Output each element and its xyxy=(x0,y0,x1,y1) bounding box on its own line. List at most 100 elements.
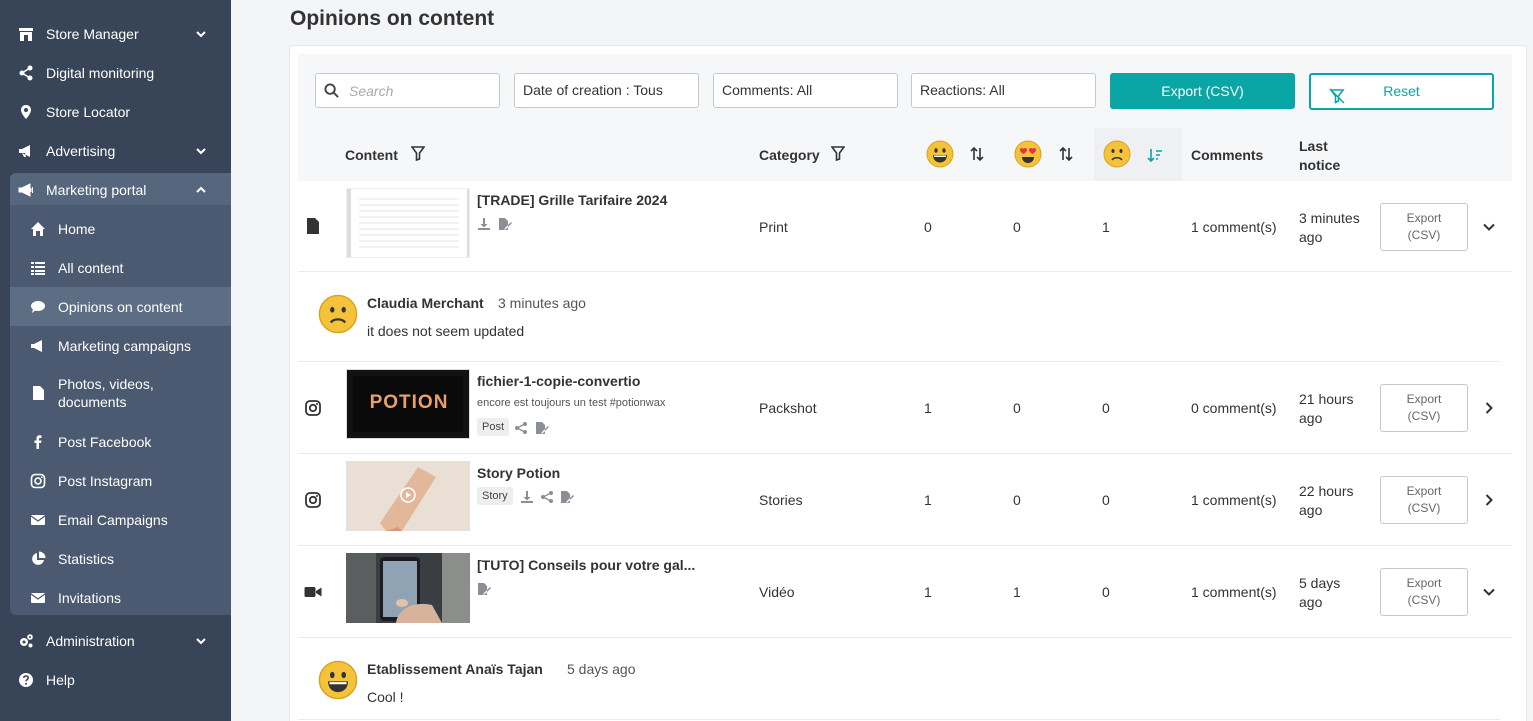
sidebar-item-photos-videos-documents[interactable]: Photos, videos, documents xyxy=(0,369,231,417)
export-line2: (CSV) xyxy=(1407,409,1441,423)
sidebar-item-store-manager[interactable]: Store Manager xyxy=(0,14,231,53)
last-notice-line2: ago xyxy=(1299,502,1323,518)
last-notice-line2: ago xyxy=(1299,229,1323,245)
gears-icon xyxy=(18,633,34,649)
reaction-count-grin: 1 xyxy=(924,400,932,416)
download-icon[interactable] xyxy=(520,490,534,504)
sidebar-item-store-locator[interactable]: Store Locator xyxy=(0,92,231,131)
reaction-count-heart-eyes: 0 xyxy=(1013,219,1021,235)
sidebar-item-label: Photos, videos, documents xyxy=(58,376,154,410)
megaphone-icon xyxy=(18,143,34,159)
comment-time: 5 days ago xyxy=(567,661,636,677)
page-title: Opinions on content xyxy=(290,7,495,30)
facebook-icon xyxy=(30,434,46,450)
reaction-count-grin: 0 xyxy=(924,219,932,235)
sidebar-item-opinions-on-content[interactable]: Opinions on content xyxy=(10,287,231,326)
sidebar-item-help[interactable]: Help xyxy=(0,660,231,699)
sidebar-item-label: All content xyxy=(58,259,124,276)
download-icon[interactable] xyxy=(477,217,491,231)
file-icon xyxy=(304,217,322,235)
search-field[interactable] xyxy=(315,73,500,108)
chevron-right-icon[interactable] xyxy=(1482,493,1496,507)
content-thumbnail[interactable] xyxy=(346,188,470,258)
sidebar-item-invitations[interactable]: Invitations xyxy=(0,578,231,617)
reaction-count-frown: 1 xyxy=(1102,219,1110,235)
chevron-down-icon xyxy=(195,634,207,646)
sidebar-item-digital-monitoring[interactable]: Digital monitoring xyxy=(0,53,231,92)
map-pin-icon xyxy=(18,104,34,120)
sidebar-item-all-content[interactable]: All content xyxy=(0,248,231,287)
pie-chart-icon xyxy=(30,551,46,567)
sidebar: Store Manager Digital monitoring Store L… xyxy=(0,0,231,721)
search-input[interactable] xyxy=(349,82,489,99)
reset-label: Reset xyxy=(1383,83,1420,99)
reaction-count-frown: 0 xyxy=(1102,584,1110,600)
table-row[interactable]: [TRADE] Grille Tarifaire 2024 Print 0 0 … xyxy=(298,181,1512,272)
header-content: Content xyxy=(345,147,398,163)
sidebar-item-administration[interactable]: Administration xyxy=(0,621,231,660)
export-line2: (CSV) xyxy=(1407,228,1441,242)
envelope-icon xyxy=(30,512,46,528)
row-export-csv-button[interactable]: Export (CSV) xyxy=(1380,568,1468,616)
megaphone-icon xyxy=(18,182,34,198)
category-cell: Stories xyxy=(759,492,803,508)
content-thumbnail[interactable] xyxy=(346,461,470,531)
sidebar-item-marketing-campaigns[interactable]: Marketing campaigns xyxy=(0,326,231,365)
sort-icon[interactable] xyxy=(1058,146,1074,167)
content-thumbnail[interactable] xyxy=(346,553,470,623)
filter-icon[interactable] xyxy=(410,146,426,166)
export-line1: Export xyxy=(1406,576,1442,590)
sidebar-item-email-campaigns[interactable]: Email Campaigns xyxy=(0,500,231,539)
filter-reset-icon xyxy=(1329,83,1345,104)
chevron-down-icon[interactable] xyxy=(1482,220,1496,234)
header-comments: Comments xyxy=(1191,147,1264,163)
home-icon xyxy=(30,221,46,237)
frown-emoji-icon xyxy=(1103,140,1131,168)
file-edit-icon[interactable] xyxy=(535,421,549,435)
file-edit-icon[interactable] xyxy=(498,217,512,231)
row-export-csv-button[interactable]: Export (CSV) xyxy=(1380,384,1468,432)
row-export-csv-button[interactable]: Export (CSV) xyxy=(1380,476,1468,524)
sidebar-item-statistics[interactable]: Statistics xyxy=(0,539,231,578)
comments-count: 0 comment(s) xyxy=(1191,400,1277,416)
heart-eyes-emoji-icon xyxy=(1014,140,1042,168)
last-notice-line2: ago xyxy=(1299,594,1323,610)
filter-icon[interactable] xyxy=(830,146,846,166)
grin-emoji-icon xyxy=(318,660,358,700)
content-title[interactable]: fichier-1-copie-convertio xyxy=(477,373,640,389)
sort-desc-icon[interactable] xyxy=(1147,147,1163,168)
table-row[interactable]: [TUTO] Conseils pour votre gal... Vidéo … xyxy=(298,546,1512,638)
content-title[interactable]: [TUTO] Conseils pour votre gal... xyxy=(477,557,695,573)
comment-author: Claudia Merchant xyxy=(367,295,484,311)
reactions-filter-select[interactable]: Reactions: All xyxy=(911,73,1096,108)
last-notice-line1: 21 hours xyxy=(1299,391,1354,407)
table-row[interactable]: POTION fichier-1-copie-convertio encore … xyxy=(298,362,1512,454)
content-title[interactable]: Story Potion xyxy=(477,465,560,481)
chevron-right-icon[interactable] xyxy=(1482,401,1496,415)
category-cell: Print xyxy=(759,219,788,235)
sidebar-item-home[interactable]: Home xyxy=(0,209,231,248)
file-edit-icon[interactable] xyxy=(560,490,574,504)
chevron-down-icon[interactable] xyxy=(1482,585,1496,599)
reset-button[interactable]: Reset xyxy=(1309,73,1494,110)
table-row[interactable]: Story Potion Story Stories 1 0 0 1 comme… xyxy=(298,454,1512,546)
sidebar-item-marketing-portal[interactable]: Marketing portal xyxy=(10,170,231,209)
comments-filter-select[interactable]: Comments: All xyxy=(713,73,898,108)
comments-count: 1 comment(s) xyxy=(1191,584,1277,600)
comment-author: Etablissement Anaïs Tajan xyxy=(367,661,543,677)
content-title[interactable]: [TRADE] Grille Tarifaire 2024 xyxy=(477,192,667,208)
sort-icon[interactable] xyxy=(969,146,985,167)
sidebar-item-advertising[interactable]: Advertising xyxy=(0,131,231,170)
export-csv-button[interactable]: Export (CSV) xyxy=(1110,73,1295,109)
export-line2: (CSV) xyxy=(1407,501,1441,515)
share-icon[interactable] xyxy=(540,490,554,504)
date-filter-select[interactable]: Date of creation : Tous xyxy=(514,73,699,108)
export-line1: Export xyxy=(1406,392,1442,406)
file-edit-icon[interactable] xyxy=(477,582,491,596)
content-thumbnail[interactable]: POTION xyxy=(346,369,470,439)
sidebar-item-label: Marketing portal xyxy=(46,181,147,198)
share-icon[interactable] xyxy=(514,421,528,435)
sidebar-item-post-facebook[interactable]: Post Facebook xyxy=(0,422,231,461)
row-export-csv-button[interactable]: Export (CSV) xyxy=(1380,203,1468,251)
sidebar-item-post-instagram[interactable]: Post Instagram xyxy=(0,461,231,500)
